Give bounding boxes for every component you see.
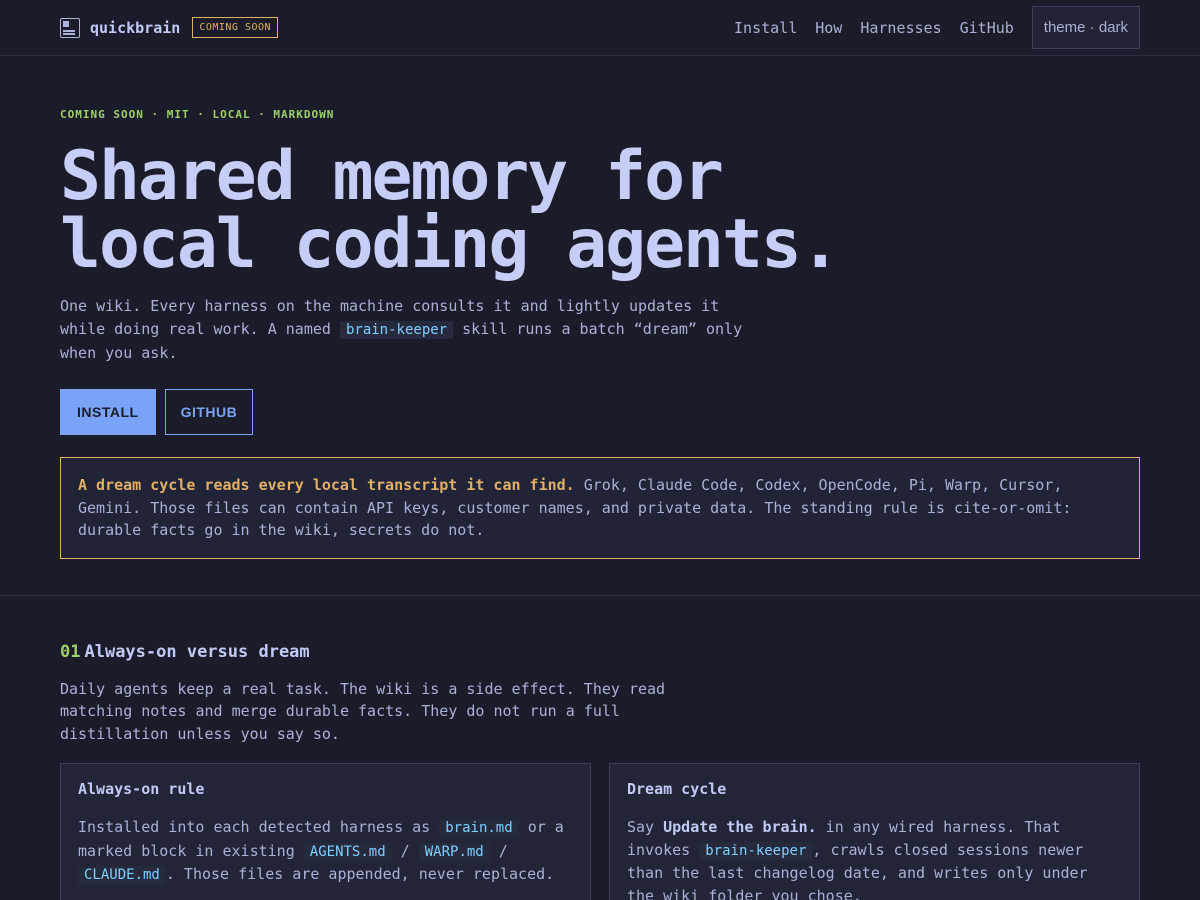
nav-link-github[interactable]: GitHub xyxy=(960,19,1014,37)
nav-link-harnesses[interactable]: Harnesses xyxy=(860,19,941,37)
warning-strong: A dream cycle reads every local transcri… xyxy=(78,476,575,494)
section-title: 01 Always-on versus dream xyxy=(60,642,1140,662)
hero-lede: One wiki. Every harness on the machine c… xyxy=(60,295,760,365)
nav-link-how[interactable]: How xyxy=(815,19,842,37)
always-on-section: 01 Always-on versus dream Daily agents ke… xyxy=(0,596,1200,900)
logo-icon xyxy=(60,17,80,38)
top-nav: quickbrain COMING SOON Install How Harne… xyxy=(0,0,1200,56)
card-title: Always-on rule xyxy=(78,780,205,798)
coming-soon-badge: COMING SOON xyxy=(192,17,279,38)
warp-md-code: WARP.md xyxy=(418,842,490,861)
claude-md-code: CLAUDE.md xyxy=(78,866,166,884)
always-on-card: Always-on rule Installed into each detec… xyxy=(60,763,591,900)
card-title: Dream cycle xyxy=(627,780,727,798)
card-text: . Those files are appended, never replac… xyxy=(165,865,555,883)
update-brain-phrase: Update the brain. xyxy=(663,818,817,836)
headline-line-2: local coding agents. xyxy=(60,205,841,284)
hero-headline: Shared memory for local coding agents. xyxy=(60,143,1140,279)
brain-keeper-code: brain-keeper xyxy=(339,321,454,339)
section-title-text: Always-on versus dream xyxy=(84,641,310,662)
brain-keeper-code: brain-keeper xyxy=(699,841,813,860)
theme-toggle-button[interactable]: theme · dark xyxy=(1031,6,1140,49)
agents-md-code: AGENTS.md xyxy=(303,842,392,861)
hero-eyebrow: COMING SOON · MIT · LOCAL · MARKDOWN xyxy=(60,108,335,121)
cards: Always-on rule Installed into each detec… xyxy=(60,763,1140,900)
card-text: Installed into each detected harness as xyxy=(78,818,440,836)
nav-link-install[interactable]: Install xyxy=(734,19,797,37)
card-text: / xyxy=(489,841,508,860)
dream-cycle-card: Dream cycle Say Update the brain. in any… xyxy=(609,763,1140,900)
install-button[interactable]: INSTALL xyxy=(60,389,156,435)
brain-md-code: brain.md xyxy=(439,819,519,837)
hero: COMING SOON · MIT · LOCAL · MARKDOWN Sha… xyxy=(0,56,1200,596)
section-description: Daily agents keep a real task. The wiki … xyxy=(60,679,666,743)
section-number: 01 xyxy=(60,641,81,662)
nav-links: Install How Harnesses GitHub theme · dar… xyxy=(734,6,1140,49)
github-button[interactable]: GITHUB xyxy=(164,389,254,435)
brand-name: quickbrain xyxy=(90,18,181,37)
privacy-warning: A dream cycle reads every local transcri… xyxy=(60,457,1140,559)
brand[interactable]: quickbrain COMING SOON xyxy=(60,17,279,38)
card-body: Say Update the brain. in any wired harne… xyxy=(627,816,1122,900)
card-text: Say xyxy=(627,818,664,836)
card-text: / xyxy=(391,841,419,860)
card-body: Installed into each detected harness as … xyxy=(78,816,573,887)
hero-actions: INSTALL GITHUB xyxy=(60,389,1140,435)
